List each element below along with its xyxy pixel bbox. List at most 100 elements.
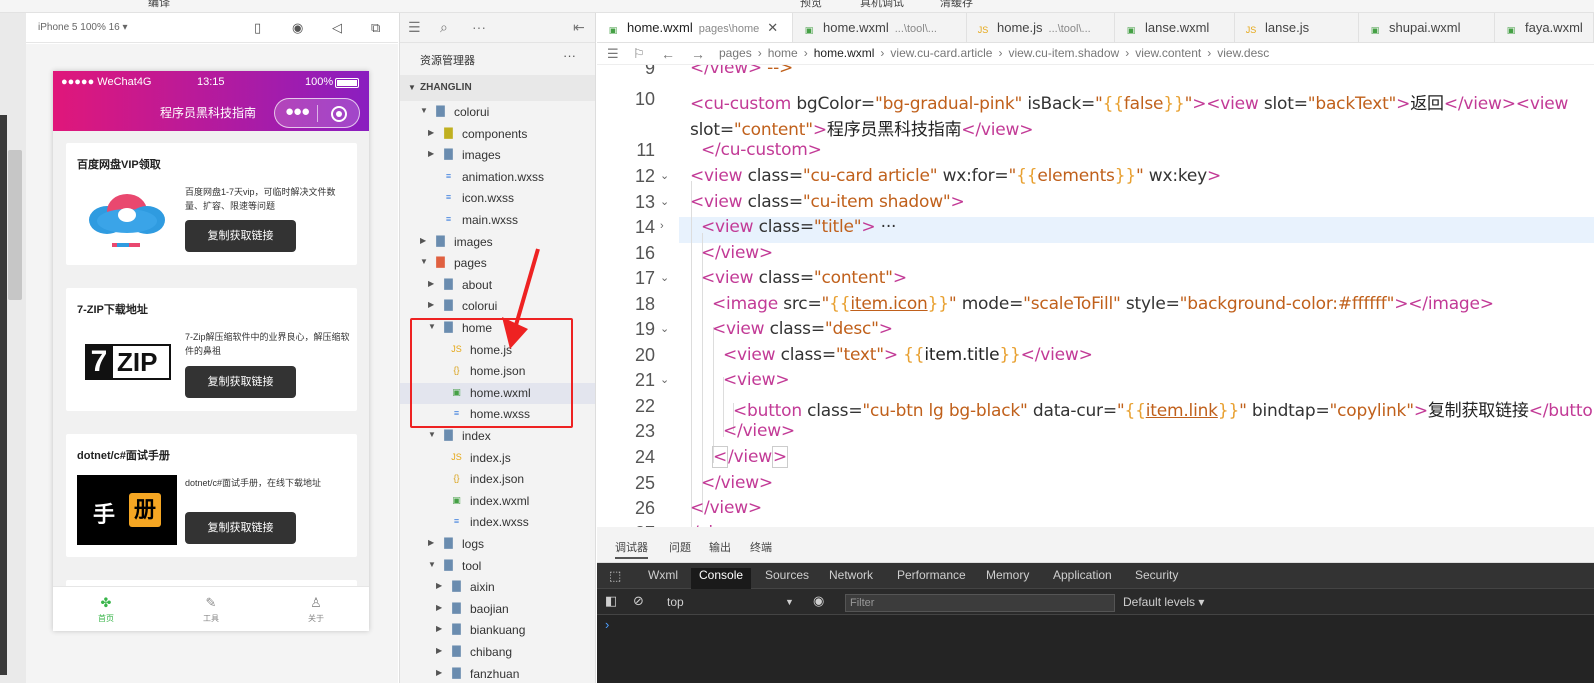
breadcrumb-item[interactable]: view.content [1135,46,1201,60]
tab-console[interactable]: Console [691,568,752,589]
tab-debugger[interactable]: 调试器 [615,539,648,559]
tree-item[interactable]: ▼ ▇ pages [400,253,595,274]
chevron-right-icon[interactable]: ▶ [436,646,442,655]
chevron-down-icon[interactable]: ⌄ [660,373,669,386]
tab-problems[interactable]: 问题 [669,539,691,555]
more-dots-icon[interactable]: ●●● [285,103,310,120]
chevron-right-icon[interactable]: ▶ [436,603,442,612]
chevron-down-icon[interactable]: ⌄ [660,169,669,182]
back-arrow-icon[interactable]: ← [661,46,675,62]
code-area[interactable]: 9101112⌄13⌄14›1617⌄1819⌄2021⌄22232425262… [597,65,1594,527]
chevron-right-icon[interactable]: ▶ [428,149,434,158]
device-selector[interactable]: iPhone 5 100% 16 ▾ [38,22,128,33]
tree-item[interactable]: ▶ ▇ fanzhuan [400,664,595,683]
menu-realdevice[interactable]: 真机调试 [860,0,904,10]
inspect-icon[interactable]: ⬚ [601,568,629,589]
chevron-down-icon[interactable]: ⌄ [660,271,669,284]
eye-icon[interactable]: ◉ [813,593,824,609]
chevron-down-icon[interactable]: ▼ [785,597,794,607]
editor-tab[interactable]: ▣ home.wxml ...\tool\... [793,13,967,42]
tree-item[interactable]: ▼ ▇ colorui [400,102,595,123]
split-icon[interactable]: ⇤ [573,19,585,36]
editor-tab[interactable]: ▣ faya.wxml [1495,13,1594,42]
clear-console-icon[interactable]: ⊘ [633,593,644,609]
close-icon[interactable]: ✕ [767,20,778,35]
tree-item[interactable]: ▶ ▇ images [400,232,595,253]
breadcrumb-item[interactable]: home [768,46,798,60]
search-icon[interactable]: ⌕ [440,19,448,36]
tree-item[interactable]: ▶ ▇ logs [400,534,595,555]
tree-item[interactable]: JS index.js [400,448,595,469]
tree-item[interactable]: ▶ ▇ about [400,275,595,296]
chevron-right-icon[interactable]: ▶ [428,300,434,309]
editor-tab[interactable]: JS home.js ...\tool\... [967,13,1115,42]
chevron-down-icon[interactable]: ⌄ [660,322,669,335]
tab-security[interactable]: Security [1127,568,1186,589]
copy-link-button[interactable]: 复制获取链接 [185,220,296,252]
tree-item[interactable]: ▼ ▇ tool [400,556,595,577]
tab-tool[interactable]: ✎ 工具 [181,593,241,624]
filter-input[interactable]: Filter [845,594,1115,612]
tree-item[interactable]: ▶ ▇ biankuang [400,620,595,641]
volume-icon[interactable]: ◁ [332,20,342,36]
tree-item[interactable]: ▣ index.wxml [400,491,595,512]
tree-item[interactable]: ▶ ▇ baojian [400,599,595,620]
tab-wxml[interactable]: Wxml [640,568,686,589]
left-scrollbar[interactable] [8,150,22,300]
explorer-more-button[interactable]: ··· [563,48,576,63]
phone-icon[interactable]: ▯ [254,20,261,36]
capsule-button[interactable]: ●●● [274,98,360,128]
copy-link-button[interactable]: 复制获取链接 [185,366,296,398]
chevron-right-icon[interactable]: › [660,220,664,232]
tab-sources[interactable]: Sources [757,568,817,589]
tree-item[interactable]: ▶ ▇ chibang [400,642,595,663]
editor-tab[interactable]: JS lanse.js [1235,13,1359,42]
window-icon[interactable]: ⧉ [371,20,380,36]
editor-tab[interactable]: ▣ shupai.wxml [1359,13,1495,42]
tree-item[interactable]: ≡ main.wxss [400,210,595,231]
tree-item[interactable]: ▶ ▇ components [400,124,595,145]
editor-tab[interactable]: ▣ home.wxml pages\home ✕ [597,13,793,42]
sidebar-toggle-icon[interactable]: ◧ [605,593,617,609]
more-icon[interactable]: ··· [472,19,486,35]
chevron-down-icon[interactable]: ▼ [428,560,436,569]
bookmark-icon[interactable]: ⚐ [633,46,645,62]
menu-clearcache[interactable]: 清缓存 [940,0,973,10]
record-icon[interactable]: ◉ [292,20,303,36]
close-miniprogram-icon[interactable] [331,106,347,122]
chevron-down-icon[interactable]: ▼ [420,257,428,266]
toc-icon[interactable]: ☰ [607,46,619,62]
chevron-down-icon[interactable]: ▼ [420,106,428,115]
menu-preview[interactable]: 预览 [800,0,822,10]
context-select[interactable]: top [667,595,684,609]
tree-item[interactable]: ≡ animation.wxss [400,167,595,188]
tree-item[interactable]: {} index.json [400,469,595,490]
tree-item[interactable]: ▶ ▇ colorui [400,296,595,317]
breadcrumb-item[interactable]: pages [719,46,752,60]
editor-tab[interactable]: ▣ lanse.wxml [1115,13,1235,42]
chevron-right-icon[interactable]: ▶ [436,668,442,677]
breadcrumb-item[interactable]: view.cu-card.article [890,46,992,60]
tab-network[interactable]: Network [821,568,881,589]
tab-about[interactable]: ♙ 关于 [286,593,346,624]
tree-item[interactable]: ≡ icon.wxss [400,188,595,209]
menu-compile[interactable]: 编译 [148,0,170,10]
tab-terminal[interactable]: 终端 [750,539,772,555]
forward-arrow-icon[interactable]: → [691,46,705,62]
chevron-right-icon[interactable]: ▶ [428,279,434,288]
chevron-right-icon[interactable]: ▶ [420,236,426,245]
chevron-down-icon[interactable]: ▼ [428,430,436,439]
console-prompt[interactable]: › [605,617,609,632]
breadcrumb-item[interactable]: view.cu-item.shadow [1008,46,1119,60]
tab-performance[interactable]: Performance [889,568,974,589]
chevron-right-icon[interactable]: ▶ [428,128,434,137]
chevron-right-icon[interactable]: ▶ [436,581,442,590]
copy-link-button[interactable]: 复制获取链接 [185,512,296,544]
tab-output[interactable]: 输出 [709,539,731,555]
chevron-right-icon[interactable]: ▶ [428,538,434,547]
breadcrumb-item[interactable]: home.wxml [814,46,875,60]
tree-item[interactable]: ≡ index.wxss [400,512,595,533]
chevron-down-icon[interactable]: ⌄ [660,195,669,208]
tree-item[interactable]: ▶ ▇ aixin [400,577,595,598]
tab-application[interactable]: Application [1045,568,1120,589]
